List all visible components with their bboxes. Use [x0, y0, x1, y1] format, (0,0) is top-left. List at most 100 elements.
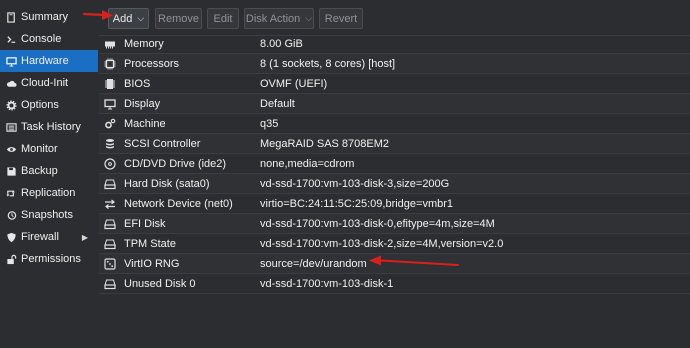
table-row[interactable]: Unused Disk 0 vd-ssd-1700:vm-103-disk-1 — [99, 274, 690, 294]
gear-icon — [5, 99, 17, 111]
hdd-icon — [103, 277, 117, 291]
add-button[interactable]: Add ⌵ — [108, 8, 149, 29]
row-name: TPM State — [124, 237, 176, 250]
sidebar-item-label: Backup — [21, 165, 58, 177]
cdrom-icon — [103, 157, 117, 171]
row-name: SCSI Controller — [124, 137, 201, 150]
sidebar-item-label: Summary — [21, 11, 69, 23]
sidebar-item-label: Console — [21, 33, 62, 45]
sidebar: Summary Console Hardware Cloud-Init Opti… — [0, 0, 98, 348]
dice-icon — [103, 257, 117, 271]
row-value: Default — [260, 97, 295, 110]
table-row[interactable]: VirtIO RNG source=/dev/urandom — [99, 254, 690, 274]
sidebar-item-cloud-init[interactable]: Cloud-Init — [0, 72, 98, 94]
row-value: vd-ssd-1700:vm-103-disk-3,size=200G — [260, 177, 450, 190]
sidebar-item-label: Firewall — [21, 231, 59, 243]
table-row[interactable]: CD/DVD Drive (ide2) none,media=cdrom — [99, 154, 690, 174]
revert-button[interactable]: Revert — [319, 8, 363, 29]
row-value: MegaRAID SAS 8708EM2 — [260, 137, 390, 150]
row-name: Display — [124, 97, 161, 110]
unlock-icon — [5, 253, 17, 265]
row-value: q35 — [260, 117, 279, 130]
row-value: none,media=cdrom — [260, 157, 355, 170]
row-name: BIOS — [124, 77, 151, 90]
table-row[interactable]: EFI Disk vd-ssd-1700:vm-103-disk-0,efity… — [99, 214, 690, 234]
row-value: virtio=BC:24:11:5C:25:09,bridge=vmbr1 — [260, 197, 454, 210]
table-row[interactable]: TPM State vd-ssd-1700:vm-103-disk-2,size… — [99, 234, 690, 254]
sidebar-item-options[interactable]: Options — [0, 94, 98, 116]
table-row[interactable]: Display Default — [99, 94, 690, 114]
edit-button[interactable]: Edit — [207, 8, 239, 29]
row-value: 8.00 GiB — [260, 37, 303, 50]
sidebar-item-backup[interactable]: Backup — [0, 160, 98, 182]
sidebar-item-replication[interactable]: Replication — [0, 182, 98, 204]
shield-icon — [5, 231, 17, 243]
retweet-icon — [5, 187, 17, 199]
table-row[interactable]: Network Device (net0) virtio=BC:24:11:5C… — [99, 194, 690, 214]
book-icon — [5, 11, 17, 23]
sidebar-item-label: Replication — [21, 187, 76, 199]
sidebar-item-label: Monitor — [21, 143, 58, 155]
database-icon — [103, 137, 117, 151]
row-name: Machine — [124, 117, 166, 130]
cogs-icon — [103, 117, 117, 131]
cloud-icon — [5, 77, 17, 89]
cpu-icon — [103, 57, 117, 71]
remove-button[interactable]: Remove — [155, 8, 202, 29]
row-name: Memory — [124, 37, 164, 50]
chevron-down-icon: ⌵ — [305, 13, 313, 23]
sidebar-item-label: Cloud-Init — [21, 77, 69, 89]
row-name: EFI Disk — [124, 217, 166, 230]
chevron-down-icon: ⌵ — [137, 13, 145, 23]
sidebar-item-label: Hardware — [21, 55, 69, 67]
sidebar-item-firewall[interactable]: Firewall ▶ — [0, 226, 98, 248]
table-row[interactable]: Processors 8 (1 sockets, 8 cores) [host] — [99, 54, 690, 74]
hdd-icon — [103, 237, 117, 251]
memory-icon — [103, 37, 117, 51]
sidebar-item-hardware[interactable]: Hardware — [0, 50, 98, 72]
sidebar-item-label: Task History — [21, 121, 81, 133]
list-icon — [5, 121, 17, 133]
row-name: VirtIO RNG — [124, 257, 180, 270]
sidebar-item-permissions[interactable]: Permissions — [0, 248, 98, 270]
row-value: vd-ssd-1700:vm-103-disk-1 — [260, 277, 394, 290]
row-value: OVMF (UEFI) — [260, 77, 328, 90]
table-row[interactable]: Machine q35 — [99, 114, 690, 134]
history-icon — [5, 209, 17, 221]
sidebar-item-console[interactable]: Console — [0, 28, 98, 50]
exchange-icon — [103, 197, 117, 211]
monitor-icon — [103, 97, 117, 111]
disk-action-button[interactable]: Disk Action ⌵ — [244, 8, 314, 29]
sidebar-item-task-history[interactable]: Task History — [0, 116, 98, 138]
table-row[interactable]: SCSI Controller MegaRAID SAS 8708EM2 — [99, 134, 690, 154]
sidebar-item-monitor[interactable]: Monitor — [0, 138, 98, 160]
remove-button-label: Remove — [158, 12, 199, 25]
eye-icon — [5, 143, 17, 155]
sidebar-item-label: Permissions — [21, 253, 81, 265]
sidebar-item-label: Options — [21, 99, 59, 111]
row-name: Processors — [124, 57, 180, 70]
hardware-grid: Memory 8.00 GiB Processors 8 (1 sockets,… — [99, 34, 690, 348]
row-name: Network Device (net0) — [124, 197, 233, 210]
hdd-icon — [103, 217, 117, 231]
submenu-caret-icon[interactable]: ▶ — [82, 233, 88, 242]
table-row[interactable]: Hard Disk (sata0) vd-ssd-1700:vm-103-dis… — [99, 174, 690, 194]
sidebar-item-summary[interactable]: Summary — [0, 6, 98, 28]
row-name: CD/DVD Drive (ide2) — [124, 157, 227, 170]
disk-action-button-label: Disk Action — [245, 12, 301, 25]
sidebar-item-snapshots[interactable]: Snapshots — [0, 204, 98, 226]
terminal-icon — [5, 33, 17, 45]
sidebar-item-label: Snapshots — [21, 209, 73, 221]
row-name: Unused Disk 0 — [124, 277, 196, 290]
row-value: vd-ssd-1700:vm-103-disk-2,size=4M,versio… — [260, 237, 504, 250]
row-name: Hard Disk (sata0) — [124, 177, 210, 190]
edit-button-label: Edit — [213, 12, 233, 25]
toolbar: Add ⌵ Remove Edit Disk Action ⌵ Revert — [99, 0, 690, 36]
table-row[interactable]: Memory 8.00 GiB — [99, 34, 690, 54]
microchip-icon — [103, 77, 117, 91]
row-value: vd-ssd-1700:vm-103-disk-0,efitype=4m,siz… — [260, 217, 495, 230]
table-row[interactable]: BIOS OVMF (UEFI) — [99, 74, 690, 94]
row-value: 8 (1 sockets, 8 cores) [host] — [260, 57, 396, 70]
desktop-icon — [5, 55, 17, 67]
row-value: source=/dev/urandom — [260, 257, 367, 270]
